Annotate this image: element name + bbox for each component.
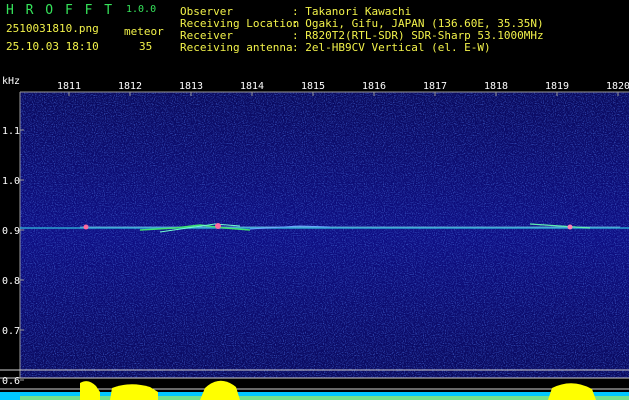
frequency-tick-label: 0.8 — [2, 276, 20, 287]
frequency-unit: kHz — [2, 76, 20, 87]
frequency-tick-label: 0.7 — [2, 326, 20, 337]
time-tick-label: 1813 — [179, 81, 203, 92]
time-tick-label: 1818 — [484, 81, 508, 92]
meteor-head-3 — [567, 224, 573, 230]
frequency-tick-label: 0.9 — [2, 226, 20, 237]
time-tick-label: 1820 — [606, 81, 629, 92]
frequency-tick-label: 0.6 — [2, 376, 20, 387]
time-tick-label: 1817 — [423, 81, 447, 92]
time-tick-label: 1819 — [545, 81, 569, 92]
frequency-tick-label: 1.1 — [2, 126, 20, 137]
time-tick-label: 1814 — [240, 81, 264, 92]
time-tick-label: 1816 — [362, 81, 386, 92]
time-tick-label: 1811 — [57, 81, 81, 92]
level-bars — [20, 380, 629, 400]
time-tick-label: 1812 — [118, 81, 142, 92]
time-tick-label: 1815 — [301, 81, 325, 92]
meteor-head-1 — [83, 224, 89, 230]
frequency-tick-label: 1.0 — [2, 176, 20, 187]
spectrogram-noise — [20, 92, 629, 378]
meteor-head-2 — [215, 223, 221, 229]
spectrogram: 1811 1812 1813 1814 1815 1816 1817 1818 1819 1820… — [0, 76, 629, 400]
